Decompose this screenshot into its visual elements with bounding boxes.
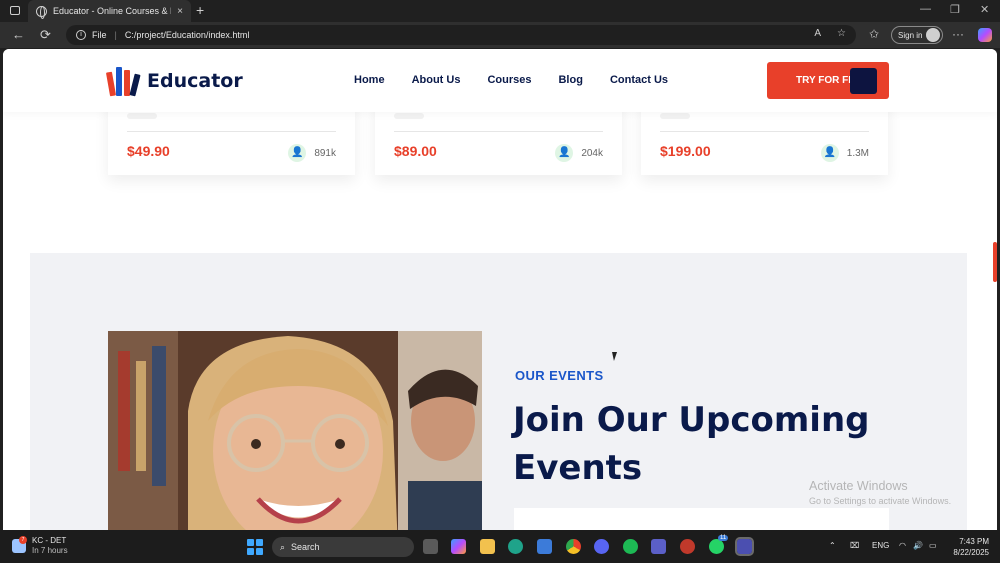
user-icon: 👤 [555, 144, 574, 162]
whatsapp-icon[interactable]: 11 [709, 535, 729, 554]
task-view-icon[interactable] [423, 539, 438, 554]
watermark-title: Activate Windows [809, 479, 908, 493]
copilot-icon[interactable] [978, 28, 992, 42]
watermark-subtitle: Go to Settings to activate Windows. [809, 496, 952, 506]
globe-icon [36, 5, 47, 19]
language-indicator[interactable]: ENG [872, 541, 889, 550]
clock-date: 8/22/2025 [953, 548, 989, 557]
event-card[interactable] [514, 508, 889, 530]
page-viewport: $49.90 👤 891k $89.00 👤 204k $199.00 👤 1.… [3, 49, 997, 530]
course-price: $89.00 [394, 143, 437, 159]
tab-close-button[interactable]: × [177, 6, 183, 17]
favorite-star-icon[interactable]: ☆ [837, 28, 846, 39]
section-heading: Join Our Upcoming Events [513, 400, 870, 488]
nav-contact-us[interactable]: Contact Us [610, 74, 668, 86]
activate-windows-watermark: Activate Windows Go to Settings to activ… [809, 479, 951, 506]
favorites-icon[interactable]: ✩ [869, 27, 879, 41]
card-divider [660, 131, 869, 132]
new-tab-button[interactable]: + [196, 2, 204, 18]
site-logo[interactable]: Educator [105, 66, 243, 97]
site-header: Educator Home About Us Courses Blog Cont… [3, 49, 997, 112]
student-photo [108, 331, 482, 530]
reload-button[interactable]: ⟳ [40, 27, 51, 43]
store-icon[interactable] [537, 539, 552, 554]
close-window-button[interactable]: ✕ [980, 3, 989, 16]
url-separator: | [114, 30, 117, 40]
spotify-icon[interactable] [623, 539, 638, 554]
network-off-icon[interactable]: ⌧ [850, 541, 859, 550]
clock-time: 7:43 PM [959, 537, 989, 546]
tray-overflow-icon[interactable]: ⌃ [829, 541, 836, 550]
chrome-icon[interactable] [566, 539, 581, 554]
minimize-button[interactable]: — [920, 3, 931, 15]
windows-taskbar: 7 KC - DET In 7 hours ⌕ Search 11 ⌃ ⌧ EN… [0, 530, 1000, 563]
address-bar[interactable]: i File | C:/project/Education/index.html… [66, 25, 856, 45]
sign-in-label: Sign in [898, 30, 923, 40]
avatar-icon [926, 28, 940, 42]
weather-title: KC - DET [32, 536, 67, 545]
books-logo-icon [105, 66, 141, 97]
page-scrollbar[interactable] [993, 242, 997, 282]
nav-blog[interactable]: Blog [558, 74, 582, 86]
profile-sign-in-button[interactable]: Sign in [891, 26, 943, 44]
taskbar-search[interactable]: ⌕ Search [272, 537, 414, 557]
user-icon: 👤 [820, 144, 839, 162]
card-divider [127, 131, 336, 132]
overlay-tile [850, 68, 877, 94]
browser-tab-bar: Educator - Online Courses & Edu × + — ❐ … [0, 0, 1000, 22]
back-button[interactable]: ← [12, 27, 25, 42]
app-icon[interactable] [680, 539, 695, 554]
user-icon: 👤 [288, 144, 307, 162]
search-label: Search [291, 542, 320, 552]
student-count: 204k [581, 147, 603, 159]
nav-courses[interactable]: Courses [487, 74, 531, 86]
tab-title: Educator - Online Courses & Edu [53, 6, 171, 16]
url-scheme: File [92, 30, 107, 40]
weather-badge: 7 [19, 536, 27, 544]
weather-icon: 7 [12, 536, 27, 553]
nav-about-us[interactable]: About Us [412, 74, 461, 86]
tab-actions-icon[interactable] [10, 6, 20, 15]
course-price: $199.00 [660, 143, 711, 159]
main-nav: Home About Us Courses Blog Contact Us [354, 74, 668, 86]
teams-icon[interactable] [651, 539, 666, 554]
browser-toolbar: ← ⟳ i File | C:/project/Education/index.… [0, 22, 1000, 48]
browser-tab[interactable]: Educator - Online Courses & Edu × [28, 0, 191, 22]
site-info-icon[interactable]: i [76, 30, 86, 40]
file-explorer-icon[interactable] [480, 539, 495, 554]
discord-icon[interactable] [594, 539, 609, 554]
section-eyebrow: OUR EVENTS [515, 368, 604, 383]
edge-icon[interactable] [508, 539, 523, 554]
course-price: $49.90 [127, 143, 170, 159]
student-count: 891k [314, 147, 336, 159]
student-count: 1.3M [846, 147, 869, 159]
battery-icon[interactable]: ▭ [929, 541, 937, 550]
taskbar-clock[interactable]: 7:43 PM 8/22/2025 [947, 536, 989, 558]
search-icon: ⌕ [280, 541, 286, 552]
card-divider [394, 131, 603, 132]
weather-subtitle: In 7 hours [32, 546, 68, 555]
try-for-free-button[interactable]: TRY FOR FREE [767, 62, 889, 99]
url-text[interactable]: C:/project/Education/index.html [125, 30, 250, 40]
read-aloud-icon[interactable]: A [814, 28, 821, 39]
nav-home[interactable]: Home [354, 74, 385, 86]
volume-icon[interactable]: 🔊 [913, 541, 923, 550]
brand-name: Educator [147, 70, 243, 92]
restore-button[interactable]: ❐ [950, 3, 960, 16]
settings-more-button[interactable]: ··· [952, 27, 964, 41]
active-app-icon[interactable] [735, 537, 754, 556]
start-button[interactable] [247, 539, 263, 555]
wifi-icon[interactable]: ◠ [899, 541, 906, 550]
whatsapp-badge: 11 [718, 535, 729, 541]
copilot-app-icon[interactable] [451, 539, 466, 554]
weather-widget[interactable]: 7 KC - DET In 7 hours [12, 536, 68, 556]
